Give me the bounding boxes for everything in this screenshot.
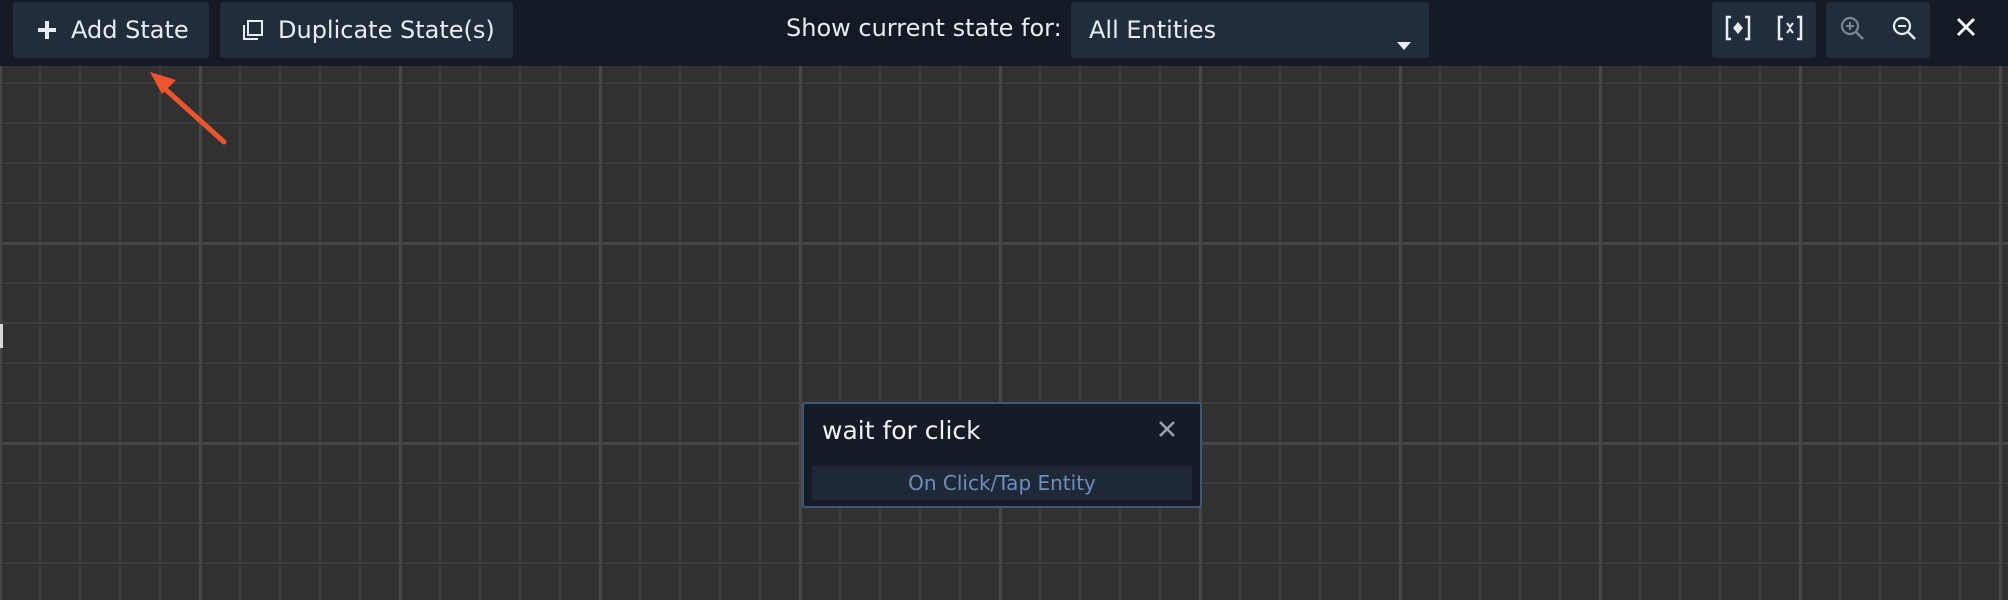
frame-selected-icon <box>1724 15 1752 45</box>
delete-state-button[interactable] <box>1154 418 1180 444</box>
plus-icon <box>37 20 57 40</box>
zoom-in-icon <box>1839 15 1865 45</box>
add-state-button[interactable]: Add State <box>13 2 209 58</box>
canvas-edge-marker <box>0 324 3 348</box>
duplicate-states-label: Duplicate State(s) <box>278 16 495 44</box>
zoom-in-button[interactable] <box>1826 2 1878 58</box>
frame-button-group <box>1712 2 1816 58</box>
zoom-button-group <box>1826 2 1930 58</box>
frame-all-button[interactable] <box>1764 2 1816 58</box>
frame-selected-button[interactable] <box>1712 2 1764 58</box>
zoom-out-icon <box>1891 15 1917 45</box>
state-node[interactable]: wait for click On Click/Tap Entity <box>802 402 1202 508</box>
toolbar: Add State Duplicate State(s) Show curren… <box>0 0 2008 66</box>
add-state-label: Add State <box>71 16 189 44</box>
close-editor-button[interactable] <box>1950 13 1982 45</box>
zoom-out-button[interactable] <box>1878 2 1930 58</box>
state-title: wait for click <box>822 416 981 445</box>
trigger-label: On Click/Tap Entity <box>908 471 1096 495</box>
state-machine-canvas[interactable]: wait for click On Click/Tap Entity <box>0 66 2008 600</box>
chevron-down-icon <box>1397 28 1411 56</box>
close-icon <box>1955 16 1977 42</box>
frame-all-icon <box>1776 15 1804 45</box>
duplicate-icon <box>242 19 264 41</box>
entity-select-value: All Entities <box>1089 16 1217 44</box>
close-icon <box>1157 419 1177 443</box>
entity-select[interactable]: All Entities <box>1071 2 1429 58</box>
duplicate-states-button[interactable]: Duplicate State(s) <box>220 2 513 58</box>
trigger-on-click-tap[interactable]: On Click/Tap Entity <box>812 466 1192 500</box>
show-current-state-label: Show current state for: <box>786 14 1062 42</box>
